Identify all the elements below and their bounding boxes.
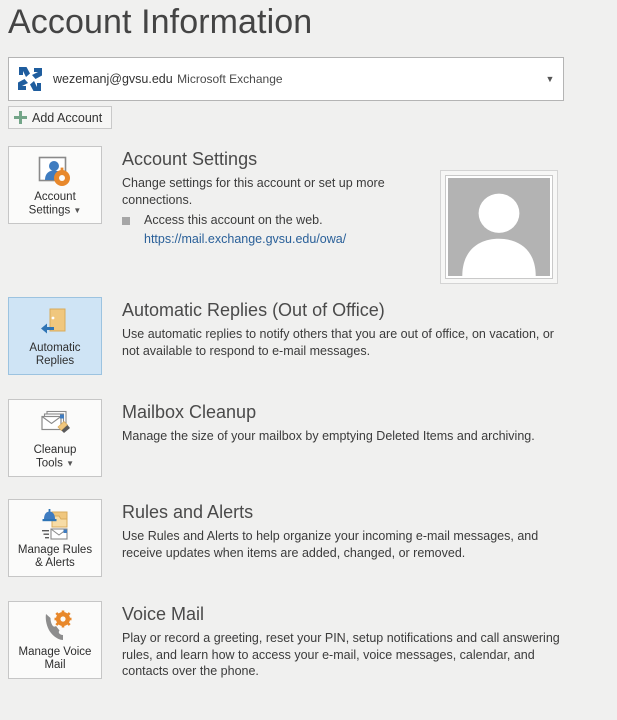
section-heading: Automatic Replies (Out of Office) [122, 299, 554, 322]
bullet-square-icon [122, 217, 130, 225]
add-account-button[interactable]: Add Account [8, 106, 112, 129]
voice-mail-icon [36, 610, 74, 644]
automatic-replies-body: Automatic Replies (Out of Office) Use au… [122, 297, 554, 359]
section-description: Change settings for this account or set … [122, 175, 402, 208]
add-account-label: Add Account [32, 111, 102, 125]
account-settings-icon [36, 155, 74, 189]
chevron-down-icon[interactable]: ▼ [73, 206, 81, 215]
avatar [440, 170, 558, 284]
cleanup-tools-button[interactable]: Cleanup Tools ▼ [8, 399, 102, 477]
chevron-down-icon[interactable]: ▼ [537, 75, 563, 84]
manage-voice-mail-button[interactable]: Manage Voice Mail [8, 601, 102, 679]
section-automatic-replies: Automatic Replies Automatic Replies (Out… [8, 297, 554, 375]
section-voice-mail: Manage Voice Mail Voice Mail Play or rec… [8, 601, 564, 680]
avatar-frame [445, 175, 553, 279]
section-heading: Rules and Alerts [122, 501, 562, 524]
section-rules-and-alerts: Manage Rules & Alerts Rules and Alerts U… [8, 499, 562, 577]
section-mailbox-cleanup: Cleanup Tools ▼ Mailbox Cleanup Manage t… [8, 399, 562, 477]
section-account-settings: Account Settings ▼ Account Settings Chan… [8, 146, 402, 246]
rules-and-alerts-body: Rules and Alerts Use Rules and Alerts to… [122, 499, 562, 561]
out-of-office-door-icon [36, 306, 74, 340]
cleanup-tools-icon [36, 408, 74, 442]
manage-rules-alerts-label: Manage Rules & Alerts [16, 544, 94, 570]
page-title: Account Information [8, 0, 312, 46]
chevron-down-icon[interactable]: ▼ [66, 459, 74, 468]
microsoft-exchange-icon [15, 64, 45, 94]
automatic-replies-label: Automatic Replies [27, 342, 82, 368]
voice-mail-body: Voice Mail Play or record a greeting, re… [122, 601, 564, 680]
account-type: Microsoft Exchange [177, 72, 282, 86]
web-access-text: Access this account on the web. [144, 212, 323, 229]
section-heading: Voice Mail [122, 603, 564, 626]
section-description: Play or record a greeting, reset your PI… [122, 630, 564, 680]
account-selector[interactable]: wezemanj@gvsu.edu Microsoft Exchange ▼ [8, 57, 564, 101]
owa-link[interactable]: https://mail.exchange.gvsu.edu/owa/ [144, 232, 402, 246]
plus-icon [14, 111, 27, 124]
account-email: wezemanj@gvsu.edu [53, 72, 173, 86]
account-text-block: wezemanj@gvsu.edu Microsoft Exchange [53, 69, 537, 89]
section-heading: Mailbox Cleanup [122, 401, 562, 424]
account-settings-body: Account Settings Change settings for thi… [122, 146, 402, 246]
manage-rules-alerts-button[interactable]: Manage Rules & Alerts [8, 499, 102, 577]
automatic-replies-button[interactable]: Automatic Replies [8, 297, 102, 375]
web-access-bullet: Access this account on the web. [122, 212, 402, 229]
cleanup-tools-label: Cleanup Tools ▼ [32, 444, 79, 471]
mailbox-cleanup-body: Mailbox Cleanup Manage the size of your … [122, 399, 562, 445]
section-heading: Account Settings [122, 148, 402, 171]
account-settings-label: Account Settings ▼ [27, 191, 84, 218]
rules-and-alerts-icon [36, 508, 74, 542]
manage-voice-mail-label: Manage Voice Mail [17, 646, 94, 672]
section-description: Use Rules and Alerts to help organize yo… [122, 528, 562, 561]
section-description: Manage the size of your mailbox by empty… [122, 428, 562, 445]
section-description: Use automatic replies to notify others t… [122, 326, 554, 359]
account-settings-button[interactable]: Account Settings ▼ [8, 146, 102, 224]
